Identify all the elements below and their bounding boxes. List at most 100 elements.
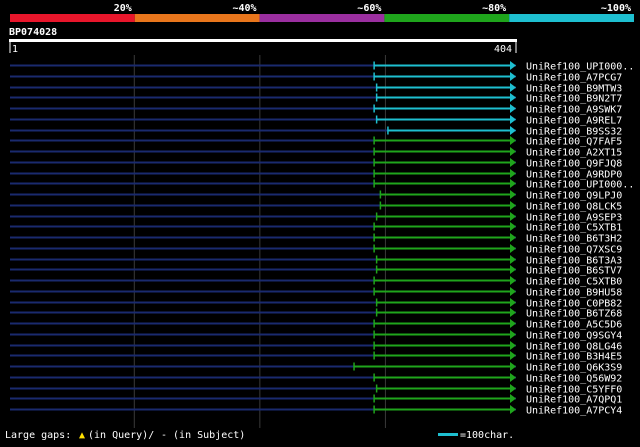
hit-row[interactable]: UniRef100_A9REL7 — [10, 115, 622, 127]
identity-legend-segment — [259, 14, 385, 22]
hit-row[interactable]: UniRef100_B6STV7 — [10, 265, 622, 277]
hit-name[interactable]: UniRef100_B6STV7 — [526, 266, 622, 277]
hit-arrow-icon — [510, 287, 516, 296]
hit-arrow-icon — [510, 61, 516, 70]
hit-name[interactable]: UniRef100_B9N2T7 — [526, 94, 622, 105]
query-gap-marker-icon: ▲ — [79, 430, 85, 441]
hit-row[interactable]: UniRef100_A9SWK7 — [10, 104, 622, 116]
query-start-label: 1 — [12, 44, 18, 55]
hit-arrow-icon — [510, 104, 516, 113]
hit-arrow-icon — [510, 319, 516, 328]
hit-arrow-icon — [510, 72, 516, 81]
hit-name[interactable]: UniRef100_A2XT15 — [526, 148, 622, 159]
hit-name[interactable]: UniRef100_UPI000.. — [526, 180, 634, 191]
hit-arrow-icon — [510, 255, 516, 264]
grid-lines — [133, 55, 386, 428]
identity-legend — [10, 14, 634, 22]
hit-arrow-icon — [510, 93, 516, 102]
hit-row[interactable]: UniRef100_Q6K3S9 — [10, 362, 622, 374]
alignment-overview: 20% ~40% ~60% ~80% ~100% BP074028 1 404 UniR… — [0, 0, 640, 443]
hit-row[interactable]: UniRef100_Q8LCK5 — [10, 201, 622, 213]
hit-row[interactable]: UniRef100_C5XTB0 — [10, 276, 622, 288]
hit-name[interactable]: UniRef100_B9HU58 — [526, 288, 622, 299]
hit-list: UniRef100_UPI000..UniRef100_A7PCG7UniRef… — [10, 61, 634, 417]
hit-arrow-icon — [510, 233, 516, 242]
hit-row[interactable]: UniRef100_UPI000.. — [10, 179, 634, 191]
hit-row[interactable]: UniRef100_B6T3H2 — [10, 233, 622, 245]
hit-arrow-icon — [510, 126, 516, 135]
hit-arrow-icon — [510, 179, 516, 188]
hit-row[interactable]: UniRef100_A5C5D6 — [10, 319, 622, 331]
hit-name[interactable]: UniRef100_Q56W92 — [526, 374, 622, 385]
hit-row[interactable]: UniRef100_B9HU58 — [10, 287, 622, 299]
gaps-prefix: Large gaps: — [5, 430, 71, 441]
hit-row[interactable]: UniRef100_Q9LPJ0 — [10, 190, 622, 202]
identity-legend-segment — [384, 14, 510, 22]
hit-row[interactable]: UniRef100_A7QPQ1 — [10, 394, 622, 406]
footer: Large gaps: ▲ (in Query)/ - (in Subject)… — [5, 430, 514, 441]
hit-name[interactable]: UniRef100_Q8LCK5 — [526, 202, 622, 213]
hit-arrow-icon — [510, 394, 516, 403]
hit-arrow-icon — [510, 330, 516, 339]
hit-row[interactable]: UniRef100_Q7FAF5 — [10, 136, 622, 148]
scale-bar — [438, 433, 458, 436]
query-end-label: 404 — [494, 44, 512, 55]
hit-name[interactable]: UniRef100_Q6K3S9 — [526, 363, 622, 374]
hit-name[interactable]: UniRef100_Q9FJQ8 — [526, 159, 622, 170]
hit-name[interactable]: UniRef100_A7QPQ1 — [526, 395, 622, 406]
identity-legend-segment — [134, 14, 260, 22]
hit-name[interactable]: UniRef100_UPI000.. — [526, 62, 634, 73]
hit-row[interactable]: UniRef100_A7PCG7 — [10, 72, 622, 84]
hit-arrow-icon — [510, 212, 516, 221]
alignment-canvas: 20% ~40% ~60% ~80% ~100% BP074028 1 404 UniR… — [5, 3, 634, 441]
hit-name[interactable]: UniRef100_C5XTB1 — [526, 223, 622, 234]
identity-legend-label: ~80% — [482, 3, 506, 14]
identity-legend-label: ~40% — [233, 3, 257, 14]
query-name: BP074028 — [9, 27, 57, 38]
hit-arrow-icon — [510, 158, 516, 167]
hit-row[interactable]: UniRef100_A2XT15 — [10, 147, 622, 159]
hit-name[interactable]: UniRef100_A7PCY4 — [526, 406, 622, 417]
gaps-subject: - (in Subject) — [161, 430, 245, 441]
hit-arrow-icon — [510, 169, 516, 178]
hit-name[interactable]: UniRef100_B3H4E5 — [526, 352, 622, 363]
hit-row[interactable]: UniRef100_Q7XSC9 — [10, 244, 622, 256]
hit-row[interactable]: UniRef100_Q56W92 — [10, 373, 622, 385]
hit-arrow-icon — [510, 373, 516, 382]
scale-label: =100char. — [460, 430, 514, 441]
hit-arrow-icon — [510, 308, 516, 317]
hit-arrow-icon — [510, 222, 516, 231]
hit-name[interactable]: UniRef100_C5XTB0 — [526, 277, 622, 288]
hit-arrow-icon — [510, 115, 516, 124]
hit-name[interactable]: UniRef100_B6T3H2 — [526, 234, 622, 245]
hit-row[interactable]: UniRef100_Q9FJQ8 — [10, 158, 622, 170]
hit-name[interactable]: UniRef100_Q7FAF5 — [526, 137, 622, 148]
hit-row[interactable]: UniRef100_B3H4E5 — [10, 351, 622, 363]
hit-arrow-icon — [510, 351, 516, 360]
gaps-query: (in Query)/ — [88, 430, 154, 441]
identity-legend-label: 20% — [114, 3, 132, 14]
hit-name[interactable]: UniRef100_Q7XSC9 — [526, 245, 622, 256]
hit-row[interactable]: UniRef100_B6TZ68 — [10, 308, 622, 320]
hit-row[interactable]: UniRef100_C5XTB1 — [10, 222, 622, 234]
hit-name[interactable]: UniRef100_A7PCG7 — [526, 73, 622, 84]
identity-legend-segment — [10, 14, 135, 22]
identity-legend-label: ~60% — [357, 3, 381, 14]
query-ruler — [9, 39, 517, 42]
hit-arrow-icon — [510, 405, 516, 414]
identity-legend-labels: 20% ~40% ~60% ~80% ~100% — [114, 3, 631, 14]
hit-name[interactable]: UniRef100_A9SWK7 — [526, 105, 622, 116]
hit-name[interactable]: UniRef100_A5C5D6 — [526, 320, 622, 331]
hit-name[interactable]: UniRef100_B6TZ68 — [526, 309, 622, 320]
hit-arrow-icon — [510, 384, 516, 393]
identity-legend-segment — [509, 14, 634, 22]
hit-arrow-icon — [510, 201, 516, 210]
hit-row[interactable]: UniRef100_UPI000.. — [10, 61, 634, 73]
hit-row[interactable]: UniRef100_B9N2T7 — [10, 93, 622, 105]
hit-row[interactable]: UniRef100_Q9SGY4 — [10, 330, 622, 342]
hit-name[interactable]: UniRef100_A9REL7 — [526, 116, 622, 127]
hit-name[interactable]: UniRef100_Q9LPJ0 — [526, 191, 622, 202]
hit-arrow-icon — [510, 276, 516, 285]
hit-name[interactable]: UniRef100_Q9SGY4 — [526, 331, 622, 342]
hit-row[interactable]: UniRef100_A7PCY4 — [10, 405, 622, 417]
